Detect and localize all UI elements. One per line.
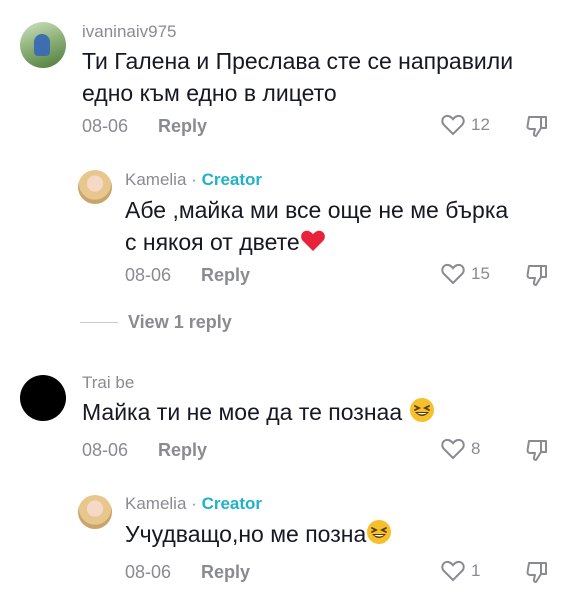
comment-username-line[interactable]: Kamelia · Creator bbox=[125, 494, 262, 514]
comment-text: с някоя от двете bbox=[125, 229, 300, 255]
comment-text-line: едно към едно в лицето bbox=[82, 80, 337, 106]
dislike-button[interactable] bbox=[525, 114, 549, 143]
separator-dot: · bbox=[191, 494, 197, 513]
view-replies-label: View 1 reply bbox=[128, 312, 232, 332]
comment-text-line: Ти Галена и Преслава сте се направили bbox=[82, 48, 514, 74]
avatar[interactable] bbox=[20, 22, 66, 68]
comment-username: Kamelia bbox=[125, 494, 187, 513]
like-count: 12 bbox=[471, 115, 490, 134]
dislike-icon bbox=[526, 265, 547, 286]
avatar[interactable] bbox=[20, 375, 66, 421]
comment-username-line[interactable]: Kamelia · Creator bbox=[125, 170, 262, 190]
dislike-icon bbox=[526, 562, 547, 583]
reply-button[interactable]: Reply bbox=[201, 562, 250, 583]
comment-username: Kamelia bbox=[125, 170, 187, 189]
avatar[interactable] bbox=[78, 170, 112, 204]
like-button[interactable]: 1 bbox=[441, 560, 480, 582]
grinning-squint-emoji-icon bbox=[367, 520, 392, 544]
like-button[interactable]: 12 bbox=[441, 114, 490, 136]
like-button[interactable]: 8 bbox=[441, 438, 480, 460]
comment-text: Учудващо,но ме позна bbox=[125, 521, 367, 547]
view-replies-button[interactable]: View 1 reply bbox=[80, 312, 232, 333]
heart-outline-icon bbox=[441, 263, 465, 285]
creator-badge: Creator bbox=[201, 494, 263, 513]
comment-username[interactable]: Trai be bbox=[82, 373, 134, 393]
heart-outline-icon bbox=[441, 560, 465, 582]
divider-line bbox=[80, 322, 118, 323]
comment-text-line: Абе ,майка ми все още не ме бърка bbox=[125, 197, 509, 223]
comment-date: 08-06 bbox=[82, 440, 129, 460]
comment-text: Майка ти не мое да те познаа bbox=[82, 399, 403, 425]
like-count: 8 bbox=[471, 439, 481, 458]
comment-text-line: с някоя от двете bbox=[125, 226, 326, 258]
dislike-button[interactable] bbox=[525, 263, 549, 292]
comment-date: 08-06 bbox=[82, 116, 129, 136]
reply-button[interactable]: Reply bbox=[201, 265, 250, 286]
reply-button[interactable]: Reply bbox=[158, 116, 207, 137]
like-button[interactable]: 15 bbox=[441, 263, 490, 285]
dislike-button[interactable] bbox=[525, 560, 549, 589]
comment-date: 08-06 bbox=[125, 265, 172, 285]
dislike-icon bbox=[526, 116, 547, 137]
like-count: 1 bbox=[471, 561, 481, 580]
comment-text-line: Майка ти не мое да те познаа bbox=[82, 396, 435, 428]
avatar[interactable] bbox=[78, 495, 112, 529]
dislike-icon bbox=[526, 440, 547, 461]
dislike-button[interactable] bbox=[525, 438, 549, 467]
heart-emoji-icon bbox=[300, 230, 325, 251]
comment-username[interactable]: ivaninaiv975 bbox=[82, 22, 177, 42]
separator-dot: · bbox=[191, 170, 197, 189]
grinning-squint-emoji-icon bbox=[409, 398, 434, 422]
comment-text-line: Учудващо,но ме позна bbox=[125, 518, 392, 550]
reply-button[interactable]: Reply bbox=[158, 440, 207, 461]
creator-badge: Creator bbox=[201, 170, 263, 189]
heart-outline-icon bbox=[441, 438, 465, 460]
heart-outline-icon bbox=[441, 114, 465, 136]
comment-date: 08-06 bbox=[125, 562, 172, 582]
like-count: 15 bbox=[471, 264, 490, 283]
